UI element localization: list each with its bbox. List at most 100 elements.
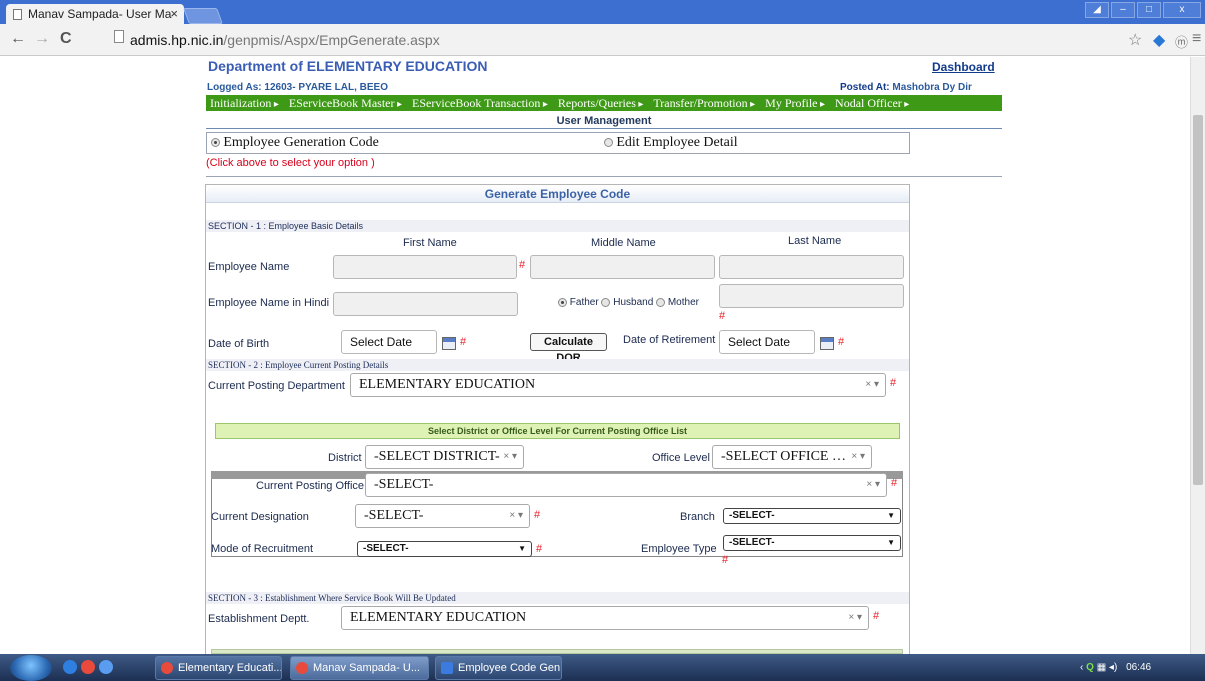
chrome-icon	[161, 662, 173, 674]
clear-dropdown-icon[interactable]: × ▾	[865, 374, 879, 396]
employee-generation-label: Employee Generation Code	[223, 135, 379, 150]
department-value: ELEMENTARY EDUCATION	[359, 377, 536, 392]
start-button[interactable]	[10, 655, 52, 681]
system-tray: ‹ Q ▦ ◂) 06:46	[1080, 654, 1151, 681]
task-label: Elementary Educati...	[178, 662, 282, 674]
radio-mother[interactable]	[656, 297, 666, 307]
current-posting-office-select[interactable]: -SELECT- × ▾	[365, 473, 887, 497]
last-name-input[interactable]	[719, 255, 904, 279]
branch-label: Branch	[680, 511, 715, 523]
tab-title: Manav Sampada- User Ma	[28, 7, 172, 21]
url-path: /genpmis/Aspx/EmpGenerate.aspx	[223, 32, 440, 48]
radio-edit-employee[interactable]	[604, 138, 613, 148]
clear-dropdown-icon[interactable]: × ▾	[848, 607, 862, 629]
minimize-icon[interactable]: –	[1111, 2, 1135, 18]
establishment-value: ELEMENTARY EDUCATION	[350, 610, 527, 625]
middle-name-input[interactable]	[530, 255, 715, 279]
forward-arrow-icon[interactable]: →	[34, 30, 50, 48]
dob-input[interactable]: Select Date	[341, 330, 437, 354]
ie-icon[interactable]	[63, 660, 77, 674]
divider	[206, 128, 1002, 129]
relation-radio-group: Father Husband Mother	[558, 297, 699, 308]
employee-generation-option[interactable]: Employee Generation Code	[211, 135, 379, 151]
required-marker: #	[719, 310, 726, 322]
divider	[206, 176, 1002, 177]
browser-tab[interactable]: Manav Sampada- User Ma ×	[6, 4, 184, 24]
network-icon[interactable]: ▦	[1097, 662, 1106, 673]
first-name-header: First Name	[403, 237, 457, 249]
clear-dropdown-icon[interactable]: × ▾	[503, 446, 517, 468]
posted-at-label: Posted At:	[840, 82, 890, 93]
clear-dropdown-icon[interactable]: × ▾	[866, 474, 880, 496]
relation-name-input[interactable]	[719, 284, 904, 308]
maximize-icon[interactable]: □	[1137, 2, 1161, 18]
designation-select[interactable]: -SELECT- × ▾	[355, 504, 530, 528]
reload-icon[interactable]: C	[60, 30, 72, 48]
close-window-icon[interactable]: x	[1163, 2, 1201, 18]
clear-dropdown-icon[interactable]: × ▾	[509, 505, 523, 527]
mode-value: -SELECT-	[363, 543, 409, 554]
mode-of-recruitment-select[interactable]: -SELECT- ▼	[357, 541, 532, 557]
radio-employee-generation[interactable]	[211, 138, 220, 148]
taskbar-item-active[interactable]: Manav Sampada- U...	[290, 656, 429, 680]
branch-select[interactable]: -SELECT- ▼	[723, 508, 901, 524]
edit-employee-option[interactable]: Edit Employee Detail	[604, 135, 738, 151]
dropdown-arrow-icon: ▼	[518, 544, 526, 553]
calendar-icon[interactable]	[820, 337, 834, 350]
menu-item-my-profile[interactable]: My Profile	[761, 96, 831, 111]
menu-icon[interactable]: ≡	[1192, 30, 1201, 48]
district-select[interactable]: -SELECT DISTRICT- × ▾	[365, 445, 524, 469]
establishment-select[interactable]: ELEMENTARY EDUCATION × ▾	[341, 606, 869, 630]
branch-value: -SELECT-	[729, 510, 775, 521]
required-marker: #	[838, 336, 845, 348]
back-arrow-icon[interactable]: ←	[10, 30, 26, 48]
menu-item-initialization[interactable]: Initialization	[206, 96, 285, 111]
bluetooth-icon[interactable]	[99, 660, 113, 674]
quickheal-icon[interactable]: Q	[1086, 662, 1094, 673]
office-level-select[interactable]: -SELECT OFFICE … × ▾	[712, 445, 872, 469]
dashboard-link[interactable]: Dashboard	[932, 60, 995, 74]
tab-close-icon[interactable]: ×	[170, 4, 178, 24]
menu-item-transfer-promotion[interactable]: Transfer/Promotion	[649, 96, 761, 111]
first-name-input[interactable]	[333, 255, 517, 279]
required-marker: #	[536, 543, 543, 555]
user-icon[interactable]: ◢	[1085, 2, 1109, 18]
new-tab-button[interactable]	[183, 8, 223, 24]
district-label: District	[328, 452, 362, 464]
radio-father[interactable]	[558, 297, 567, 307]
employee-type-select[interactable]: -SELECT- ▼	[723, 535, 901, 551]
word-icon	[441, 662, 453, 674]
radio-husband[interactable]	[601, 297, 611, 307]
taskbar-item[interactable]: Employee Code Gen...	[435, 656, 562, 680]
menu-item-eservicebook-transaction[interactable]: EServiceBook Transaction	[408, 96, 554, 111]
address-bar[interactable]: admis.hp.nic.in/genpmis/Aspx/EmpGenerate…	[130, 28, 1140, 52]
scrollbar-thumb[interactable]	[1193, 115, 1203, 485]
extension-icon[interactable]: ◆	[1153, 30, 1165, 50]
tray-arrow-icon[interactable]: ‹	[1080, 662, 1083, 673]
task-label: Manav Sampada- U...	[313, 662, 420, 674]
required-marker: #	[890, 377, 897, 389]
dob-label: Date of Birth	[208, 338, 270, 350]
menu-item-nodal-officer[interactable]: Nodal Officer	[831, 96, 915, 111]
panel-title: Generate Employee Code	[206, 185, 909, 203]
clock[interactable]: 06:46	[1126, 662, 1151, 673]
dor-input[interactable]: Select Date	[719, 330, 815, 354]
father-label: Father	[569, 297, 599, 308]
taskbar-item[interactable]: Elementary Educati...	[155, 656, 282, 680]
task-label: Employee Code Gen...	[458, 662, 562, 674]
star-icon[interactable]: ☆	[1128, 30, 1142, 50]
employee-type-label: Employee Type	[641, 543, 717, 555]
volume-icon[interactable]: ◂)	[1109, 662, 1117, 673]
clear-dropdown-icon[interactable]: × ▾	[851, 446, 865, 468]
section-3-header: SECTION - 3 : Establishment Where Servic…	[206, 592, 909, 604]
calendar-icon[interactable]	[442, 337, 456, 350]
employee-name-hindi-input[interactable]	[333, 292, 518, 316]
calculate-dor-button[interactable]: Calculate DOR	[530, 333, 607, 364]
menu-item-reports-queries[interactable]: Reports/Queries	[554, 96, 650, 111]
profile-icon[interactable]: ⓜ	[1175, 32, 1188, 51]
menu-item-eservicebook-master[interactable]: EServiceBook Master	[285, 96, 408, 111]
department-select[interactable]: ELEMENTARY EDUCATION × ▾	[350, 373, 886, 397]
browser-toolbar: ← → C admis.hp.nic.in/genpmis/Aspx/EmpGe…	[0, 24, 1205, 56]
chrome-icon[interactable]	[81, 660, 95, 674]
required-marker: #	[519, 259, 526, 271]
